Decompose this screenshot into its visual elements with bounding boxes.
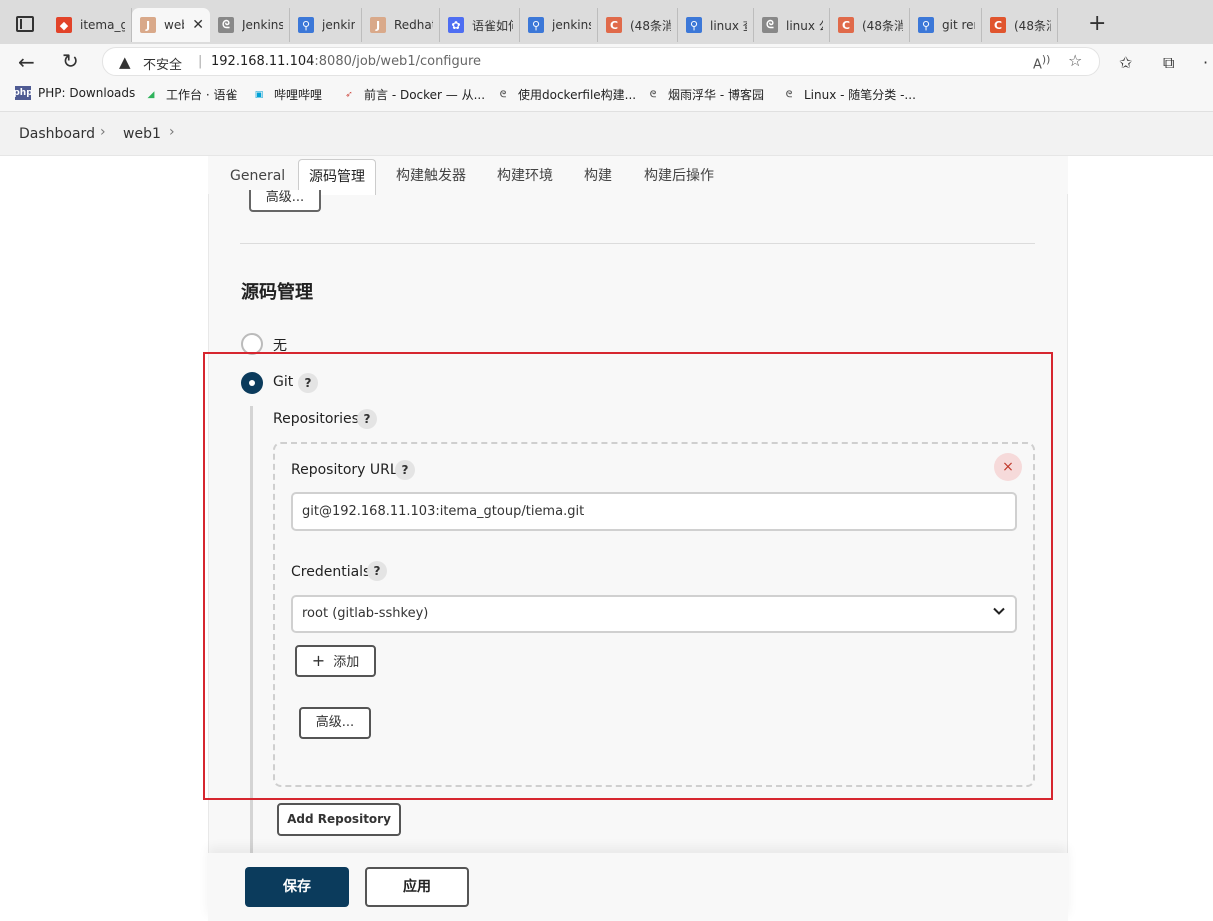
jenkins-icon: J bbox=[370, 17, 386, 33]
chevron-right-icon[interactable]: › bbox=[169, 124, 175, 140]
section-divider bbox=[240, 243, 1035, 244]
jenkins-icon: J bbox=[140, 17, 156, 33]
cnblogs-icon: ᘓ bbox=[649, 89, 657, 100]
browser-tab[interactable]: ⚲ linux 查 bbox=[678, 8, 754, 42]
config-tabs: General 源码管理 构建触发器 构建环境 构建 构建后操作 bbox=[208, 156, 1068, 195]
csdn-icon: C bbox=[990, 17, 1006, 33]
yuque-icon: ᘓ bbox=[218, 17, 234, 33]
csdn-icon: C bbox=[606, 17, 622, 33]
save-button[interactable]: 保存 bbox=[245, 867, 349, 907]
search-icon: ⚲ bbox=[918, 17, 934, 33]
back-arrow-icon[interactable]: ← bbox=[18, 50, 35, 74]
tab-title: linux 公 bbox=[786, 18, 823, 33]
highlight-annotation-box bbox=[203, 352, 1053, 800]
reload-icon[interactable]: ↻ bbox=[62, 49, 79, 73]
rocket-icon: ➶ bbox=[345, 89, 353, 100]
browser-tab[interactable]: J Redhat bbox=[362, 8, 440, 42]
browser-tab[interactable]: C (48条消 bbox=[830, 8, 910, 42]
new-tab-icon[interactable]: + bbox=[1088, 10, 1106, 38]
php-icon: php bbox=[13, 86, 33, 100]
tab-post-build[interactable]: 构建后操作 bbox=[634, 159, 724, 195]
tab-title: Jenkins bbox=[242, 18, 283, 32]
browser-tab[interactable]: Jweb ✕ bbox=[132, 8, 210, 42]
collections-icon[interactable]: ⧉ bbox=[1163, 53, 1174, 73]
tab-build-environment[interactable]: 构建环境 bbox=[487, 159, 563, 195]
bookmark-item[interactable]: ◢ 工作台 · 语雀 bbox=[143, 86, 238, 103]
add-repository-button[interactable]: Add Repository bbox=[277, 803, 401, 836]
chevron-right-icon[interactable]: › bbox=[100, 124, 106, 140]
bookmark-label: 烟雨浮华 - 博客园 bbox=[668, 88, 764, 102]
tab-actions-icon[interactable] bbox=[16, 16, 34, 32]
breadcrumb-dashboard[interactable]: Dashboard bbox=[19, 126, 95, 142]
close-tab-icon[interactable]: ✕ bbox=[192, 17, 204, 33]
tab-title: (48条消 bbox=[630, 18, 671, 33]
browser-tab[interactable]: ✿ 语雀如何 bbox=[440, 8, 520, 42]
add-favorite-icon[interactable]: ☆ bbox=[1068, 51, 1082, 70]
tab-build[interactable]: 构建 bbox=[574, 159, 622, 195]
search-icon: ⚲ bbox=[686, 17, 702, 33]
tab-title: itema_g bbox=[80, 18, 125, 32]
browser-tab[interactable]: ⚲ jenkins bbox=[290, 8, 362, 42]
browser-tab[interactable]: ᘓ linux 公 bbox=[754, 8, 830, 42]
tab-title: (48条消 bbox=[1014, 18, 1051, 33]
search-icon: ⚲ bbox=[298, 17, 314, 33]
bookmark-item[interactable]: ▣ 哔哩哔哩 bbox=[251, 86, 322, 103]
browser-tabs: ◆ itema_g Jweb ✕ ᘓ Jenkins ⚲ jenkins J Redhat ✿ 语雀如… bbox=[48, 8, 1058, 42]
search-icon: ⚲ bbox=[528, 17, 544, 33]
page-content: General 源码管理 构建触发器 构建环境 构建 构建后操作 高级... 源… bbox=[0, 156, 1213, 921]
yuque-icon: ◢ bbox=[147, 89, 155, 100]
tab-title: Redhat bbox=[394, 18, 433, 32]
yuque-icon: ᘓ bbox=[762, 17, 778, 33]
bookmark-item[interactable]: php PHP: Downloads bbox=[13, 86, 136, 100]
bookmark-label: 哔哩哔哩 bbox=[274, 88, 323, 102]
warning-icon: ▲ bbox=[119, 53, 131, 71]
gitlab-icon: ◆ bbox=[56, 17, 72, 33]
tab-title: web bbox=[164, 18, 184, 32]
insecure-label[interactable]: 不安全 bbox=[143, 54, 182, 73]
browser-tab[interactable]: C (48条消 bbox=[982, 8, 1058, 42]
apply-button[interactable]: 应用 bbox=[365, 867, 469, 907]
baidu-icon: ✿ bbox=[448, 17, 464, 33]
separator: | bbox=[198, 54, 203, 69]
bookmark-item[interactable]: ᘓ 烟雨浮华 - 博客园 bbox=[645, 86, 764, 103]
tab-build-triggers[interactable]: 构建触发器 bbox=[386, 159, 476, 195]
tab-title: 语雀如何 bbox=[472, 18, 513, 33]
bookmark-label: 前言 - Docker — 从... bbox=[364, 88, 486, 102]
browser-tab[interactable]: C (48条消 bbox=[598, 8, 678, 42]
bilibili-icon: ▣ bbox=[254, 89, 264, 100]
favorites-icon[interactable]: ✩ bbox=[1119, 53, 1132, 72]
tab-title: jenkins bbox=[552, 18, 591, 32]
browser-tab[interactable]: ⚲ jenkins bbox=[520, 8, 598, 42]
cnblogs-icon: ᘓ bbox=[785, 89, 793, 100]
address-bar[interactable]: ▲ 不安全 | 192.168.11.104:8080/job/web1/con… bbox=[102, 47, 1100, 76]
breadcrumb-job[interactable]: web1 bbox=[123, 126, 161, 142]
section-title: 源码管理 bbox=[241, 282, 313, 303]
breadcrumb: Dashboard › web1 › bbox=[0, 112, 1213, 156]
bookmark-label: Linux - 随笔分类 -... bbox=[804, 88, 916, 102]
browser-tab-bar: ◆ itema_g Jweb ✕ ᘓ Jenkins ⚲ jenkins J Redhat ✿ 语雀如… bbox=[0, 0, 1213, 44]
advanced-button-top[interactable]: 高级... bbox=[249, 190, 321, 212]
browser-tab[interactable]: ᘓ Jenkins bbox=[210, 8, 290, 42]
browser-tab[interactable]: ⚲ git remo bbox=[910, 8, 982, 42]
bookmark-item[interactable]: ᘓ 使用dockerfile构建... bbox=[495, 86, 636, 103]
tab-title: jenkins bbox=[322, 18, 355, 32]
tab-title: (48条消 bbox=[862, 18, 903, 33]
bookmark-label: 使用dockerfile构建... bbox=[518, 88, 637, 102]
tab-title: linux 查 bbox=[710, 18, 747, 33]
tab-title: git remo bbox=[942, 18, 975, 32]
bookmark-label: PHP: Downloads bbox=[38, 86, 136, 100]
browser-tab[interactable]: ◆ itema_g bbox=[48, 8, 132, 42]
read-aloud-icon[interactable]: A)) bbox=[1033, 53, 1050, 72]
bookmark-item[interactable]: ᘓ Linux - 随笔分类 -... bbox=[781, 86, 916, 103]
more-icon[interactable]: · bbox=[1203, 53, 1208, 72]
address-toolbar: ← ↻ ▲ 不安全 | 192.168.11.104:8080/job/web1… bbox=[0, 44, 1213, 78]
csdn-icon: C bbox=[838, 17, 854, 33]
bookmarks-bar: php PHP: Downloads ◢ 工作台 · 语雀 ▣ 哔哩哔哩 ➶ 前言 - Doc… bbox=[0, 78, 1213, 112]
bookmark-item[interactable]: ➶ 前言 - Docker — 从... bbox=[341, 86, 485, 103]
cnblogs-icon: ᘓ bbox=[499, 89, 507, 100]
bookmark-label: 工作台 · 语雀 bbox=[166, 88, 238, 102]
url-text[interactable]: 192.168.11.104:8080/job/web1/configure bbox=[211, 54, 481, 69]
